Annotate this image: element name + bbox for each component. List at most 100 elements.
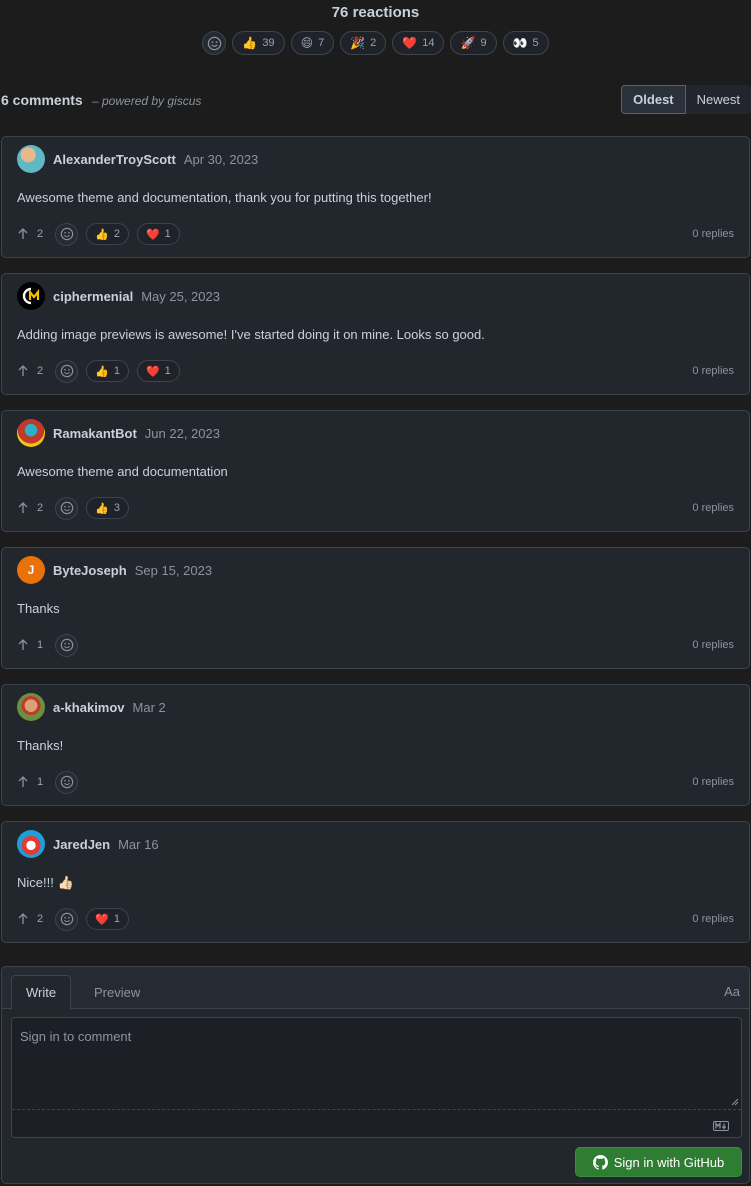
editor-tabs: Write Preview Aa [2,967,749,1010]
upvote-button[interactable]: 2 [17,913,43,925]
sort-group: Oldest Newest [621,85,751,114]
replies-count: 0 replies [692,365,734,377]
comments-count: 6 comments [1,92,83,108]
avatar-letter: J [27,563,35,577]
thumbsup-icon: 👍 [95,228,109,241]
upvote-button[interactable]: 2 [17,502,43,514]
reaction-thumbsup[interactable]: 👍 2 [86,223,129,245]
add-reaction-button[interactable] [55,770,79,794]
arrow-up-icon [18,639,28,650]
add-reaction-button[interactable] [55,359,79,383]
avatar[interactable] [17,419,45,447]
comment-date[interactable]: Apr 30, 2023 [184,152,258,167]
smiley-icon [60,364,73,378]
reaction-laugh[interactable]: 😄 7 [290,31,335,55]
comment-author[interactable]: RamakantBot [53,426,137,441]
add-reaction-button[interactable] [55,633,79,657]
arrow-up-icon [18,913,28,924]
add-reaction-button[interactable] [55,496,79,520]
sort-newest-button[interactable]: Newest [685,85,751,114]
upvote-button[interactable]: 1 [17,776,43,788]
comment: a-khakimov Mar 2 Thanks! 1 0 replies [1,684,750,806]
reaction-count: 1 [113,365,120,377]
thumbsup-icon: 👍 [95,365,109,378]
comment-body: Nice!!! 👍🏻 [17,875,74,890]
comment-author[interactable]: a-khakimov [53,700,125,715]
powered-by: – powered by giscus [92,94,202,108]
thumbsup-icon: 👍 [242,36,258,50]
hooray-icon: 🎉 [350,36,366,50]
upvote-count: 1 [37,639,44,651]
avatar[interactable]: J [17,556,45,584]
replies-count: 0 replies [692,502,734,514]
reaction-hooray[interactable]: 🎉 2 [340,31,387,55]
comment-editor: Write Preview Aa Sign in to comment Sign… [1,966,750,1184]
heart-icon: ❤️ [95,913,109,926]
comment-date[interactable]: Mar 16 [118,837,158,852]
upvote-button[interactable]: 2 [17,228,43,240]
reaction-thumbsup[interactable]: 👍 3 [86,497,129,519]
thumbsup-icon: 👍 [95,502,109,515]
reaction-heart[interactable]: ❤️ 14 [392,31,445,55]
replies-count: 0 replies [692,776,734,788]
reaction-thumbsup[interactable]: 👍 39 [232,31,285,55]
upvote-button[interactable]: 1 [17,639,43,651]
replies-count: 0 replies [692,639,734,651]
reaction-heart[interactable]: ❤️ 1 [136,360,180,382]
comment-placeholder: Sign in to comment [20,1029,132,1044]
reaction-eyes[interactable]: 👀 5 [502,31,549,55]
reaction-count: 7 [318,37,325,49]
heart-icon: ❤️ [402,36,418,50]
laugh-icon: 😄 [300,36,314,50]
add-reaction-button[interactable] [55,907,79,931]
comment-body: Adding image previews is awesome! I've s… [17,327,485,342]
comment-date[interactable]: Sep 15, 2023 [135,563,212,578]
smiley-icon [60,501,73,515]
replies-count: 0 replies [692,228,734,240]
arrow-up-icon [18,776,28,787]
avatar[interactable] [17,830,45,858]
reaction-heart[interactable]: ❤️ 1 [86,908,129,930]
smiley-icon [60,638,73,652]
comment-date[interactable]: May 25, 2023 [141,289,220,304]
add-reaction-button[interactable] [55,222,79,246]
comment-author[interactable]: JaredJen [53,837,110,852]
reaction-heart[interactable]: ❤️ 1 [136,223,180,245]
smiley-icon [60,775,73,789]
comment-input[interactable]: Sign in to comment [11,1017,742,1138]
reaction-count: 39 [262,37,275,49]
upvote-count: 2 [37,365,44,377]
reaction-count: 1 [164,365,171,377]
smiley-icon [60,912,73,926]
divider [12,1109,741,1110]
comment: J ByteJoseph Sep 15, 2023 Thanks 1 0 rep… [1,547,750,669]
sort-oldest-button[interactable]: Oldest [621,85,686,114]
comment-author[interactable]: ByteJoseph [53,563,127,578]
comment-date[interactable]: Jun 22, 2023 [145,426,220,441]
tab-preview[interactable]: Preview [80,975,154,1010]
comment: ciphermenial May 25, 2023 Adding image p… [1,273,750,395]
replies-count: 0 replies [692,913,734,925]
comment-author[interactable]: AlexanderTroyScott [53,152,176,167]
avatar[interactable] [17,693,45,721]
cm-logo-icon [22,287,40,305]
arrow-up-icon [18,365,28,376]
reaction-bar: 👍 39 😄 7 🎉 2 ❤️ 14 🚀 9 👀 5 [0,31,751,55]
tab-write[interactable]: Write [11,975,72,1010]
reaction-thumbsup[interactable]: 👍 1 [86,360,129,382]
avatar[interactable] [17,145,45,173]
comment-date[interactable]: Mar 2 [133,700,166,715]
reaction-count: 9 [480,37,487,49]
comment-body: Thanks! [17,738,64,753]
upvote-button[interactable]: 2 [17,365,43,377]
resize-handle-icon[interactable] [731,1098,739,1106]
reaction-count: 1 [113,913,120,925]
sign-in-github-button[interactable]: Sign in with GitHub [575,1147,742,1177]
add-reaction-button[interactable] [202,31,227,55]
reaction-rocket[interactable]: 🚀 9 [450,31,497,55]
avatar[interactable] [17,282,45,310]
font-toggle-button[interactable]: Aa [724,984,740,999]
eyes-icon: 👀 [512,36,528,50]
heart-icon: ❤️ [145,365,160,378]
comment-author[interactable]: ciphermenial [53,289,133,304]
